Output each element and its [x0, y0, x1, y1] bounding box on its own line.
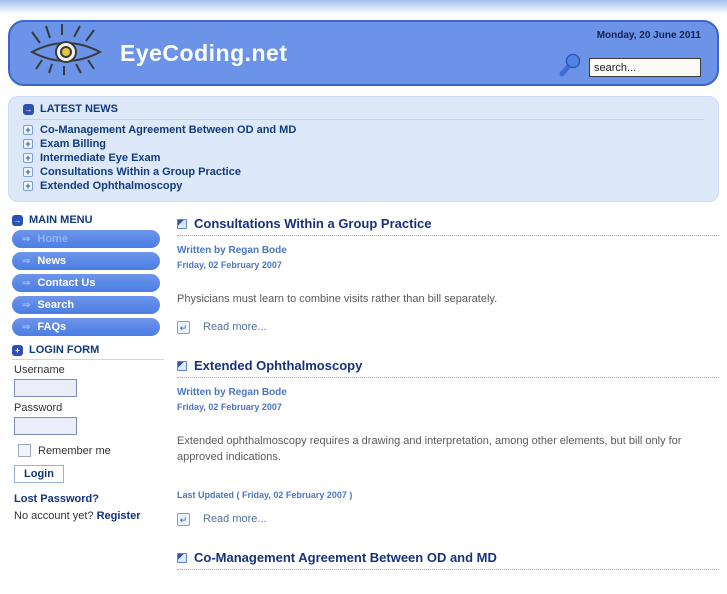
article-title-link[interactable]: Consultations Within a Group Practice — [194, 216, 432, 231]
no-account-text: No account yet? — [14, 510, 94, 522]
article-title-row: Extended Ophthalmoscopy — [177, 358, 719, 378]
arrow-icon: ⇒ — [22, 321, 31, 333]
page-wrapper: EyeCoding.net Monday, 20 June 2011 → LAT… — [0, 14, 727, 594]
login-form-header: + LOGIN FORM — [12, 344, 164, 360]
document-icon — [177, 360, 187, 371]
search-area — [558, 53, 701, 82]
site-title: EyeCoding.net — [120, 39, 288, 66]
read-more-icon: ↵ — [177, 512, 190, 526]
sidebar-item-label: News — [37, 255, 67, 267]
sidebar-item-label: Search — [37, 299, 75, 311]
news-link[interactable]: Consultations Within a Group Practice — [40, 166, 241, 178]
sidebar-item-contact-us[interactable]: ⇒ Contact Us — [12, 274, 160, 292]
article-body: Physicians must learn to combine visits … — [177, 293, 498, 305]
article: Co-Management Agreement Between OD and M… — [177, 550, 719, 570]
document-icon — [177, 219, 187, 229]
password-field[interactable] — [14, 416, 77, 435]
site-header: EyeCoding.net Monday, 20 June 2011 — [8, 20, 719, 86]
sidebar-item-label: Contact Us — [37, 277, 96, 289]
read-more-link[interactable]: Read more... — [203, 513, 267, 525]
article-date: Friday, 02 February 2007 — [177, 401, 282, 412]
current-date: Monday, 20 June 2011 — [596, 30, 701, 41]
arrow-icon: ⇒ — [22, 277, 31, 289]
sidebar-item-label: Home — [37, 233, 68, 245]
arrow-icon: ⇒ — [22, 299, 31, 311]
remember-me-checkbox[interactable] — [18, 444, 31, 457]
search-input[interactable] — [589, 58, 701, 77]
news-item[interactable]: + Extended Ophthalmoscopy — [23, 179, 704, 193]
remember-me-row: Remember me — [18, 444, 164, 457]
plus-square-icon: + — [23, 125, 33, 135]
main-menu-title: MAIN MENU — [29, 214, 93, 226]
arrow-icon: ⇒ — [22, 233, 31, 245]
login-form-title: LOGIN FORM — [29, 344, 100, 356]
read-more-link[interactable]: Read more... — [203, 321, 267, 333]
module-arrow-icon: → — [23, 103, 34, 115]
register-row: No account yet? Register — [14, 510, 164, 522]
news-item[interactable]: + Intermediate Eye Exam — [23, 151, 704, 165]
sidebar-item-home[interactable]: ⇒ Home — [12, 230, 160, 248]
password-label: Password — [14, 401, 63, 414]
latest-news-title: LATEST NEWS — [40, 103, 119, 115]
remember-me-label: Remember me — [38, 444, 111, 457]
news-link[interactable]: Extended Ophthalmoscopy — [40, 180, 182, 192]
eye-logo-icon — [26, 22, 106, 85]
news-link[interactable]: Co-Management Agreement Between OD and M… — [40, 124, 296, 136]
article-title-row: Consultations Within a Group Practice — [177, 216, 719, 236]
news-item[interactable]: + Consultations Within a Group Practice — [23, 165, 704, 179]
module-plus-icon: + — [12, 344, 23, 356]
main-content: Consultations Within a Group Practice Wr… — [177, 214, 719, 594]
read-more-row[interactable]: ↵ Read more... — [177, 320, 719, 334]
latest-news-module: → LATEST NEWS + Co-Management Agreement … — [8, 96, 719, 202]
sidebar-item-search[interactable]: ⇒ Search — [12, 296, 160, 314]
register-link[interactable]: Register — [97, 510, 141, 522]
last-updated-text: Last Updated ( Friday, 02 February 2007 … — [177, 489, 353, 500]
top-gradient-strip — [0, 0, 727, 14]
document-icon — [177, 552, 187, 563]
plus-square-icon: + — [23, 153, 33, 163]
lost-password-link[interactable]: Lost Password? — [14, 493, 164, 505]
sidebar-item-label: FAQs — [37, 321, 67, 333]
article-title-link[interactable]: Extended Ophthalmoscopy — [194, 358, 362, 373]
sidebar-item-faqs[interactable]: ⇒ FAQs — [12, 318, 160, 336]
search-icon — [558, 53, 582, 82]
read-more-icon: ↵ — [177, 320, 190, 334]
article-title-row: Co-Management Agreement Between OD and M… — [177, 550, 719, 570]
article-date: Friday, 02 February 2007 — [177, 260, 282, 270]
username-field[interactable] — [14, 379, 77, 397]
news-item[interactable]: + Exam Billing — [23, 137, 704, 151]
plus-square-icon: + — [23, 139, 33, 149]
article-title-link[interactable]: Co-Management Agreement Between OD and M… — [194, 550, 497, 565]
username-label: Username — [14, 364, 65, 376]
read-more-row[interactable]: ↵ Read more... — [177, 512, 719, 526]
plus-square-icon: + — [23, 181, 33, 191]
article-author: Written by Regan Bode — [177, 245, 287, 256]
main-menu-header: → MAIN MENU — [12, 214, 164, 226]
sidebar-item-news[interactable]: ⇒ News — [12, 252, 160, 270]
article: Extended Ophthalmoscopy Written by Regan… — [177, 358, 719, 526]
module-arrow-icon: → — [12, 214, 23, 226]
article-body: Extended ophthalmoscopy requires a drawi… — [177, 434, 682, 463]
news-item[interactable]: + Co-Management Agreement Between OD and… — [23, 123, 704, 137]
news-link[interactable]: Intermediate Eye Exam — [40, 152, 160, 164]
news-link[interactable]: Exam Billing — [40, 138, 106, 150]
article-author: Written by Regan Bode — [177, 386, 287, 398]
login-button[interactable]: Login — [14, 465, 64, 483]
article: Consultations Within a Group Practice Wr… — [177, 216, 719, 334]
latest-news-header: → LATEST NEWS — [23, 103, 704, 120]
sidebar: → MAIN MENU ⇒ Home ⇒ News ⇒ Contact Us ⇒… — [8, 214, 164, 594]
arrow-icon: ⇒ — [22, 255, 31, 267]
plus-square-icon: + — [23, 167, 33, 177]
